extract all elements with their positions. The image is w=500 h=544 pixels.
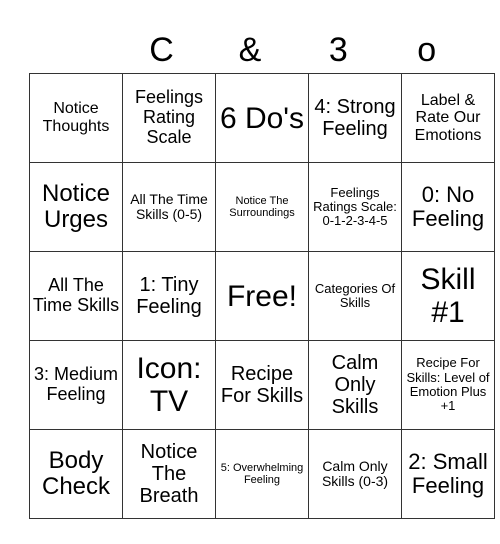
bingo-cell[interactable]: Skill #1 bbox=[401, 251, 495, 341]
bingo-cell[interactable]: Icon: TV bbox=[122, 340, 216, 430]
bingo-cell[interactable]: Recipe For Skills bbox=[215, 340, 309, 430]
bingo-grid: Notice Thoughts Feelings Rating Scale 6 … bbox=[29, 73, 495, 519]
header-letter-1 bbox=[29, 28, 117, 72]
bingo-cell[interactable]: 0: No Feeling bbox=[401, 162, 495, 252]
bingo-cell[interactable]: Feelings Ratings Scale: 0-1-2-3-4-5 bbox=[308, 162, 402, 252]
bingo-cell[interactable]: Recipe For Skills: Level of Emotion Plus… bbox=[401, 340, 495, 430]
header-letter-3: & bbox=[238, 31, 262, 69]
header-letter-2: C bbox=[149, 31, 174, 69]
bingo-cell[interactable]: Label & Rate Our Emotions bbox=[401, 73, 495, 163]
bingo-cell[interactable]: Calm Only Skills bbox=[308, 340, 402, 430]
bingo-cell[interactable]: Feelings Rating Scale bbox=[122, 73, 216, 163]
bingo-row: 3: Medium Feeling Icon: TV Recipe For Sk… bbox=[29, 340, 495, 430]
bingo-row: Notice Thoughts Feelings Rating Scale 6 … bbox=[29, 73, 495, 163]
bingo-cell[interactable]: Categories Of Skills bbox=[308, 251, 402, 341]
bingo-cell[interactable]: All The Time Skills bbox=[29, 251, 123, 341]
bingo-cell[interactable]: 6 Do's bbox=[215, 73, 309, 163]
header-letter-5: o bbox=[417, 31, 437, 69]
bingo-cell[interactable]: All The Time Skills (0-5) bbox=[122, 162, 216, 252]
bingo-cell[interactable]: Notice The Surroundings bbox=[215, 162, 309, 252]
bingo-cell[interactable]: 3: Medium Feeling bbox=[29, 340, 123, 430]
header-letter-4: 3 bbox=[328, 31, 348, 69]
bingo-cell[interactable]: Notice The Breath bbox=[122, 429, 216, 519]
bingo-row: All The Time Skills 1: Tiny Feeling Free… bbox=[29, 251, 495, 341]
bingo-row: Body Check Notice The Breath 5: Overwhel… bbox=[29, 429, 495, 519]
bingo-header: C & 3 o bbox=[29, 28, 471, 72]
bingo-cell[interactable]: 5: Overwhelming Feeling bbox=[215, 429, 309, 519]
bingo-cell[interactable]: Notice Urges bbox=[29, 162, 123, 252]
bingo-cell[interactable]: 1: Tiny Feeling bbox=[122, 251, 216, 341]
free-space[interactable]: Free! bbox=[215, 251, 309, 341]
bingo-cell[interactable]: 2: Small Feeling bbox=[401, 429, 495, 519]
bingo-cell[interactable]: Body Check bbox=[29, 429, 123, 519]
bingo-cell[interactable]: Calm Only Skills (0-3) bbox=[308, 429, 402, 519]
bingo-cell[interactable]: Notice Thoughts bbox=[29, 73, 123, 163]
bingo-cell[interactable]: 4: Strong Feeling bbox=[308, 73, 402, 163]
bingo-row: Notice Urges All The Time Skills (0-5) N… bbox=[29, 162, 495, 252]
